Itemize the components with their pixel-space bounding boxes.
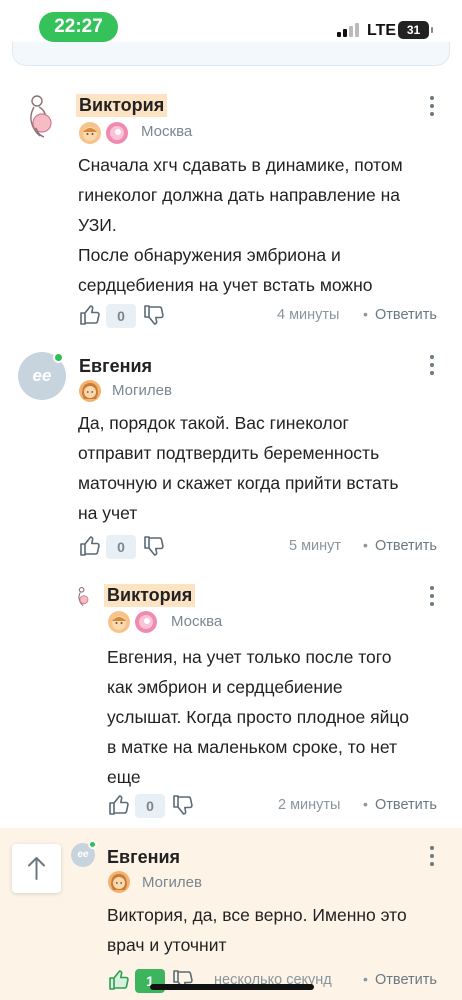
thumb-down-icon[interactable] — [142, 303, 166, 327]
more-vertical-icon[interactable] — [428, 585, 436, 607]
comment-line: Евгения, на учет только после того — [107, 642, 409, 672]
reply-button[interactable]: Ответить — [375, 797, 437, 813]
author-city: Москва — [171, 613, 223, 630]
author-badges — [108, 611, 160, 633]
girl-badge-icon — [108, 871, 130, 893]
author-badges — [79, 380, 101, 402]
online-status-icon — [53, 352, 64, 363]
comment: ее Евгения Могилев Да, порядок такой. Ва… — [0, 340, 462, 570]
author-badges — [108, 871, 130, 893]
online-status-icon — [88, 840, 97, 849]
comment-actions: 0 4 минуты • Ответить — [78, 303, 448, 329]
comment-line: Сначала хгч сдавать в динамике, потом — [78, 155, 403, 175]
comment: Виктория Москва Сначала хгч сдавать в ди… — [0, 80, 462, 340]
baby-badge-icon — [135, 611, 157, 633]
thumb-up-icon[interactable] — [78, 303, 102, 327]
like-count: 0 — [106, 535, 136, 559]
reply-button[interactable]: Ответить — [375, 538, 437, 554]
comment-reply-new: ее Евгения Могилев Виктория, да, все вер… — [0, 828, 462, 1000]
boy-badge-icon — [108, 611, 130, 633]
comment-line-text: , на учет только после того — [172, 647, 392, 667]
like-count: 0 — [135, 794, 165, 818]
comment-line: как эмбрион и сердцебиение — [107, 677, 343, 697]
comment-line: После обнаружения эмбриона и — [78, 245, 341, 265]
comment-line: сердцебиения на учет встать можно — [78, 275, 373, 295]
comment-reply: Виктория Москва Евгения, на учет только … — [0, 570, 462, 828]
pregnant-avatar-icon — [30, 95, 52, 138]
thumb-up-icon[interactable] — [107, 793, 131, 817]
author-city: Москва — [141, 123, 193, 140]
mention-link[interactable]: Виктория — [107, 905, 183, 925]
author-name[interactable]: Евгения — [76, 355, 155, 378]
more-vertical-icon[interactable] — [428, 845, 436, 867]
battery-icon: 31 — [398, 21, 433, 39]
comment-text: Виктория, да, все верно. Именно это врач… — [107, 900, 407, 960]
separator-dot: • — [363, 306, 368, 322]
avatar[interactable] — [74, 584, 92, 610]
comment-actions: 0 2 минуты • Ответить — [107, 793, 447, 819]
author-name[interactable]: Евгения — [104, 846, 183, 869]
thumb-down-icon[interactable] — [171, 793, 195, 817]
scroll-to-top-button[interactable] — [12, 844, 61, 893]
reply-button[interactable]: Ответить — [375, 307, 437, 323]
comment-line: услышат. Когда просто плодное яйцо — [107, 707, 409, 727]
comment-actions: 0 5 минут • Ответить — [78, 534, 448, 560]
more-vertical-icon[interactable] — [428, 95, 436, 117]
author-city: Могилев — [112, 382, 172, 399]
comment-line: врач и уточнит — [107, 935, 227, 955]
comment-line: отправит подтвердить беременность — [78, 443, 380, 463]
thumb-up-icon[interactable] — [78, 534, 102, 558]
reply-button[interactable]: Ответить — [375, 972, 437, 988]
comment-actions: 1 несколько секунд • Ответить — [107, 968, 447, 994]
comment-line: в матке на маленьком сроке, то нет — [107, 737, 397, 757]
comment-time: 5 минут — [289, 538, 342, 554]
comment-text: Сначала хгч сдавать в динамике, потом ги… — [78, 150, 403, 300]
separator-dot: • — [363, 537, 368, 553]
comment-time: 4 минуты — [277, 307, 340, 323]
comment-line: Виктория, да, все верно. Именно это — [107, 900, 407, 930]
like-count: 0 — [106, 304, 136, 328]
baby-badge-icon — [106, 122, 128, 144]
author-badges — [79, 122, 131, 144]
author-name[interactable]: Виктория — [76, 94, 168, 117]
previous-card-edge — [12, 42, 450, 66]
network-label: LTE — [367, 22, 397, 39]
comment-line: Да, порядок такой. Вас гинеколог — [78, 413, 349, 433]
status-time: 22:27 — [39, 12, 118, 42]
author-name[interactable]: Виктория — [104, 584, 196, 607]
separator-dot: • — [363, 796, 368, 812]
comment-line: маточную и скажет когда прийти встать — [78, 473, 399, 493]
more-vertical-icon[interactable] — [428, 354, 436, 376]
avatar[interactable] — [20, 94, 60, 140]
comment-line: УЗИ. — [78, 215, 117, 235]
comment-line: еще — [107, 767, 141, 787]
comment-time: 2 минуты — [278, 797, 341, 813]
thumb-up-icon[interactable] — [107, 968, 131, 992]
boy-badge-icon — [79, 122, 101, 144]
comment-line-text: , да, все верно. Именно это — [182, 905, 407, 925]
pregnant-avatar-icon — [78, 587, 89, 606]
comment-line: гинеколог должна дать направление на — [78, 185, 401, 205]
comment-line: на учет — [78, 503, 138, 523]
author-city: Могилев — [142, 874, 202, 891]
comment-text: Евгения, на учет только после того как э… — [107, 642, 409, 792]
arrow-up-icon — [28, 857, 45, 880]
comment-text: Да, порядок такой. Вас гинеколог отправи… — [78, 408, 399, 528]
mention-link[interactable]: Евгения — [107, 647, 173, 667]
girl-badge-icon — [79, 380, 101, 402]
home-indicator — [150, 984, 314, 990]
separator-dot: • — [363, 971, 368, 987]
thumb-down-icon[interactable] — [142, 534, 166, 558]
signal-icon — [337, 23, 363, 37]
